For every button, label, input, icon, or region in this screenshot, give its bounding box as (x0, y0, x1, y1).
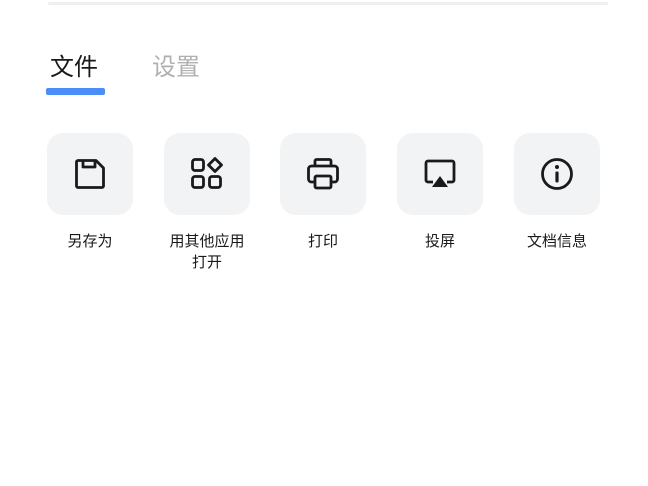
document-info-label: 文档信息 (507, 231, 607, 252)
tab-file[interactable]: 文件 (50, 50, 98, 84)
print-label-line1: 打印 (307, 232, 338, 250)
top-divider (48, 2, 608, 5)
apps-icon (191, 157, 223, 189)
save-as-button[interactable]: 另存为 (47, 133, 133, 252)
tab-settings[interactable]: 设置 (152, 50, 200, 84)
save-icon (75, 159, 105, 189)
open-with-label: 用其他应用 打开 (157, 231, 257, 273)
screen-cast-label: 投屏 (390, 231, 490, 252)
open-with-label-line1: 用其他应用 (169, 232, 245, 250)
screen-cast-icon (424, 159, 456, 187)
share-panel: 文件 设置 另存为 用其他应用 打开 打印 投屏 文档信息 (0, 0, 648, 486)
save-as-tile[interactable] (47, 133, 133, 215)
print-label: 打印 (273, 231, 373, 252)
document-info-label-line1: 文档信息 (526, 232, 587, 250)
screen-cast-tile[interactable] (397, 133, 483, 215)
printer-icon (307, 158, 339, 190)
screen-cast-button[interactable]: 投屏 (397, 133, 483, 252)
save-as-label: 另存为 (40, 231, 140, 252)
document-info-button[interactable]: 文档信息 (514, 133, 600, 252)
info-icon (541, 158, 573, 190)
open-with-label-line2: 打开 (191, 253, 222, 271)
print-tile[interactable] (280, 133, 366, 215)
active-tab-indicator (46, 88, 105, 95)
print-button[interactable]: 打印 (280, 133, 366, 252)
save-as-label-line1: 另存为 (67, 232, 113, 250)
open-with-tile[interactable] (164, 133, 250, 215)
document-info-tile[interactable] (514, 133, 600, 215)
screen-cast-label-line1: 投屏 (424, 232, 455, 250)
open-with-other-app-button[interactable]: 用其他应用 打开 (164, 133, 250, 273)
